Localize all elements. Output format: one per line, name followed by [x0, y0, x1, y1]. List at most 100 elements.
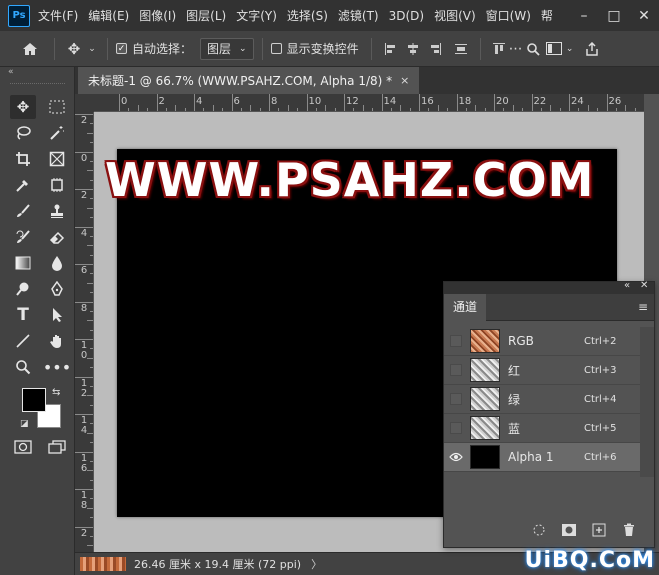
- ruler-minor-tick: [90, 273, 93, 275]
- auto-select-checkbox[interactable]: ✓: [116, 43, 127, 54]
- eyedropper-tool-icon[interactable]: [10, 173, 36, 197]
- chevron-down-icon[interactable]: ⌄: [565, 44, 575, 54]
- channel-row-red[interactable]: 红 Ctrl+3: [444, 356, 640, 385]
- menu-file[interactable]: 文件(F): [38, 7, 78, 24]
- channel-row-green[interactable]: 绿 Ctrl+4: [444, 385, 640, 414]
- visibility-toggle[interactable]: [444, 443, 468, 472]
- brush-tool-icon[interactable]: [10, 199, 36, 223]
- show-transform-checkbox[interactable]: [270, 43, 282, 54]
- ruler-minor-tick: [615, 108, 617, 111]
- horizontal-ruler[interactable]: 0 2 4 6 8 10 12 14 16 18 20 22 24 26: [94, 94, 644, 112]
- status-menu-arrow-icon[interactable]: 〉: [311, 556, 322, 572]
- channels-scrollbar[interactable]: [640, 327, 654, 477]
- blur-tool-icon[interactable]: [44, 251, 70, 275]
- ruler-minor-tick: [437, 105, 439, 111]
- menu-filter[interactable]: 滤镜(T): [338, 7, 379, 24]
- menu-image[interactable]: 图像(I): [139, 7, 176, 24]
- channel-row-rgb[interactable]: RGB Ctrl+2: [444, 327, 640, 356]
- tab-channels[interactable]: 通道: [444, 294, 487, 321]
- menu-view[interactable]: 视图(V): [434, 7, 476, 24]
- ruler-minor-tick: [137, 105, 139, 111]
- default-colors-icon[interactable]: ◪: [20, 419, 29, 429]
- maximize-button[interactable]: □: [599, 8, 629, 24]
- channel-row-alpha-1[interactable]: Alpha 1 Ctrl+6: [444, 443, 640, 472]
- menu-3d[interactable]: 3D(D): [389, 9, 424, 23]
- foreground-color-swatch[interactable]: [22, 388, 46, 412]
- crop-tool-icon[interactable]: [10, 147, 36, 171]
- frame-tool-icon[interactable]: [44, 147, 70, 171]
- menu-type[interactable]: 文字(Y): [236, 7, 277, 24]
- marquee-tool-icon[interactable]: [44, 95, 70, 119]
- eraser-tool-icon[interactable]: [44, 225, 70, 249]
- chevron-down-icon[interactable]: ⌄: [85, 44, 99, 54]
- menu-help[interactable]: 帮: [541, 7, 553, 24]
- menu-window[interactable]: 窗口(W): [486, 7, 531, 24]
- align-left-icon[interactable]: [380, 42, 402, 56]
- move-tool-icon[interactable]: ✥: [10, 95, 36, 119]
- ruler-minor-tick: [90, 179, 93, 181]
- magic-wand-tool-icon[interactable]: [44, 121, 70, 145]
- align-top-icon[interactable]: [489, 42, 509, 56]
- ruler-minor-tick: [90, 460, 93, 462]
- panel-grip[interactable]: [10, 83, 65, 86]
- ruler-minor-tick: [90, 329, 93, 331]
- more-tools-icon[interactable]: •••: [43, 355, 71, 379]
- visibility-toggle[interactable]: [444, 356, 468, 385]
- frame-select-tool-icon[interactable]: [44, 173, 70, 197]
- ruler-label: 0: [121, 96, 128, 107]
- stamp-tool-icon[interactable]: [44, 199, 70, 223]
- distribute-icon[interactable]: [450, 42, 472, 56]
- more-options-icon[interactable]: ⋯: [509, 41, 523, 57]
- workspace-icon[interactable]: [543, 42, 565, 55]
- channel-row-blue[interactable]: 蓝 Ctrl+5: [444, 414, 640, 443]
- save-selection-icon[interactable]: [554, 523, 584, 541]
- history-brush-tool-icon[interactable]: [10, 225, 36, 249]
- home-icon[interactable]: [14, 41, 46, 57]
- collapse-panel-icon[interactable]: «: [624, 280, 630, 291]
- navigator-thumbnail: [80, 557, 126, 571]
- search-icon[interactable]: [523, 42, 543, 56]
- visibility-toggle[interactable]: [444, 385, 468, 414]
- collapse-panel-icon[interactable]: «: [8, 67, 14, 77]
- menu-select[interactable]: 选择(S): [287, 7, 328, 24]
- ruler-corner[interactable]: [75, 94, 94, 112]
- close-icon[interactable]: ×: [400, 74, 409, 87]
- options-separator: [479, 37, 481, 60]
- visibility-toggle[interactable]: [444, 414, 468, 443]
- share-icon[interactable]: [581, 41, 603, 56]
- close-panel-icon[interactable]: ✕: [640, 280, 648, 291]
- hand-tool-icon[interactable]: [44, 329, 70, 353]
- ruler-label: 10: [308, 96, 322, 107]
- auto-select-target-dropdown[interactable]: 图层 ⌄: [200, 37, 254, 60]
- document-tab[interactable]: 未标题-1 @ 66.7% (WWW.PSAHZ.COM, Alpha 1/8)…: [78, 67, 420, 94]
- swap-colors-icon[interactable]: ⇆: [52, 387, 60, 398]
- screen-mode-icon[interactable]: [44, 435, 70, 459]
- close-window-button[interactable]: ✕: [629, 8, 659, 24]
- visibility-toggle[interactable]: [444, 327, 468, 356]
- lasso-tool-icon[interactable]: [10, 121, 36, 145]
- load-selection-icon[interactable]: [524, 523, 554, 541]
- dodge-tool-icon[interactable]: [10, 277, 36, 301]
- ruler-minor-tick: [90, 498, 93, 500]
- path-selection-tool-icon[interactable]: [44, 303, 70, 327]
- zoom-tool-icon[interactable]: [10, 355, 36, 379]
- ruler-minor-tick: [87, 170, 93, 172]
- menu-edit[interactable]: 编辑(E): [88, 7, 129, 24]
- type-tool-icon[interactable]: T: [10, 303, 36, 327]
- align-center-icon[interactable]: [402, 42, 424, 56]
- gradient-tool-icon[interactable]: [10, 251, 36, 275]
- move-tool-preset-icon[interactable]: ✥: [63, 40, 85, 58]
- minimize-button[interactable]: –: [569, 8, 599, 24]
- ruler-minor-tick: [212, 105, 214, 111]
- auto-select-target-value: 图层: [207, 42, 232, 56]
- vertical-ruler[interactable]: 20246810121416182: [75, 112, 94, 552]
- quick-mask-icon[interactable]: [10, 435, 36, 459]
- panel-menu-icon[interactable]: ≡: [638, 300, 648, 314]
- align-right-icon[interactable]: [424, 42, 446, 56]
- delete-channel-icon[interactable]: [614, 523, 644, 541]
- new-channel-icon[interactable]: [584, 523, 614, 541]
- line-tool-icon[interactable]: [10, 329, 36, 353]
- panel-title-strip[interactable]: « ✕: [444, 280, 654, 294]
- pen-tool-icon[interactable]: [44, 277, 70, 301]
- menu-layer[interactable]: 图层(L): [186, 7, 226, 24]
